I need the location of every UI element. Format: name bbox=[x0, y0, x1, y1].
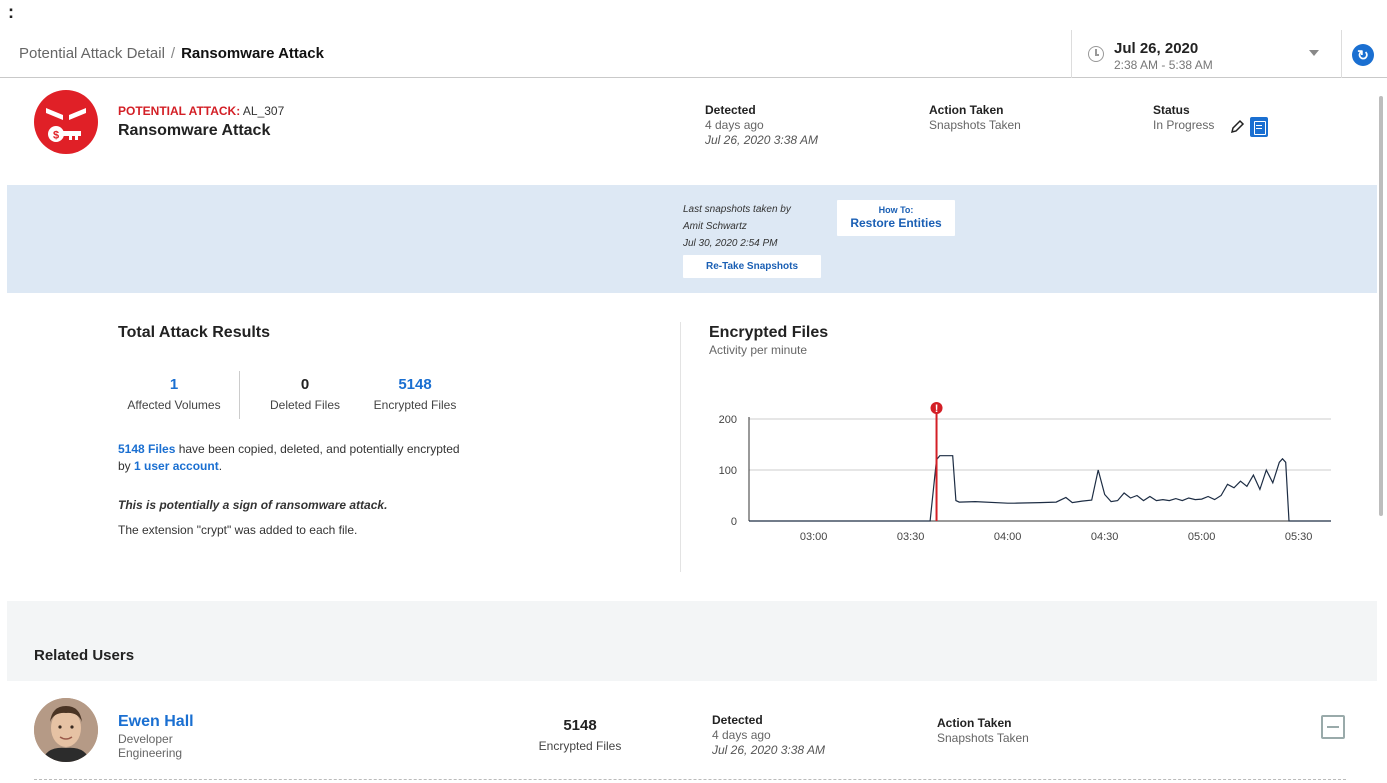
attack-label: POTENTIAL ATTACK: AL_307 bbox=[118, 104, 284, 118]
user-department: Engineering bbox=[118, 746, 183, 760]
x-tick-label: 03:00 bbox=[800, 531, 828, 543]
overflow-dots: : bbox=[8, 2, 14, 22]
alert-marker-glyph: ! bbox=[935, 403, 939, 415]
action-heading: Action Taken bbox=[929, 103, 1004, 117]
chart-title: Encrypted Files bbox=[709, 324, 829, 341]
restore-entities-label: Restore Entities bbox=[850, 216, 942, 230]
collapse-icon[interactable] bbox=[1321, 715, 1345, 739]
chart-subtitle: Activity per minute bbox=[709, 343, 808, 357]
breadcrumb: Potential Attack Detail / Ransomware Attac… bbox=[19, 45, 324, 62]
attack-title: Ransomware Attack bbox=[118, 122, 271, 139]
y-tick-label: 0 bbox=[731, 516, 737, 528]
selected-time-range: 2:38 AM - 5:38 AM bbox=[1114, 58, 1213, 72]
x-tick-label: 05:30 bbox=[1285, 531, 1313, 543]
breadcrumb-current: Ransomware Attack bbox=[181, 45, 324, 62]
selected-date: Jul 26, 2020 bbox=[1114, 40, 1199, 57]
user-detected-heading: Detected bbox=[712, 713, 763, 727]
ransomware-icon: $ bbox=[34, 90, 98, 154]
files-link[interactable]: 5148 Files bbox=[118, 442, 175, 456]
refresh-icon[interactable]: ↻ bbox=[1352, 44, 1374, 66]
user-detected-relative: 4 days ago bbox=[712, 728, 771, 742]
ransomware-warning: This is potentially a sign of ransomware… bbox=[118, 498, 388, 512]
snapshot-info: Last snapshots taken by Amit Schwartz Ju… bbox=[683, 201, 791, 252]
user-details: Developer Engineering bbox=[118, 732, 182, 760]
related-users-band bbox=[7, 601, 1377, 681]
affected-volumes-count[interactable]: 1 bbox=[134, 376, 214, 393]
encrypted-files-label: Encrypted Files bbox=[373, 398, 457, 412]
results-summary: 5148 Files have been copied, deleted, an… bbox=[118, 441, 498, 475]
detected-heading: Detected bbox=[705, 103, 756, 117]
y-tick-label: 200 bbox=[719, 414, 737, 426]
encrypted-files-count[interactable]: 5148 bbox=[375, 376, 455, 393]
attack-id: AL_307 bbox=[242, 104, 285, 118]
user-role: Developer bbox=[118, 732, 173, 746]
breadcrumb-parent[interactable]: Potential Attack Detail bbox=[19, 45, 165, 62]
encrypted-files-chart: 0 100 200 03:00 03:30 04:00 04:30 05:00 05:30! bbox=[719, 402, 1331, 543]
page-header: Potential Attack Detail / Ransomware Attac… bbox=[0, 30, 1387, 78]
clock-icon bbox=[1088, 46, 1104, 62]
user-encrypted-count: 5148 bbox=[563, 717, 597, 734]
user-name-link[interactable]: Ewen Hall bbox=[118, 713, 194, 731]
stat-divider bbox=[239, 371, 240, 419]
y-tick-label: 100 bbox=[719, 465, 737, 477]
deleted-files-label: Deleted Files bbox=[269, 398, 341, 412]
breadcrumb-separator: / bbox=[170, 45, 176, 62]
x-tick-label: 04:00 bbox=[994, 531, 1022, 543]
extension-note: The extension "crypt" was added to each … bbox=[118, 523, 358, 537]
snapshot-date: Jul 30, 2020 2:54 PM bbox=[683, 238, 778, 249]
affected-volumes-label: Affected Volumes bbox=[127, 398, 221, 412]
detected-relative: 4 days ago bbox=[705, 118, 764, 132]
snapshot-banner: Last snapshots taken by Amit Schwartz Ju… bbox=[7, 185, 1377, 293]
status-value: In Progress bbox=[1153, 118, 1215, 132]
row-divider bbox=[34, 779, 1346, 780]
files-text: have been copied, deleted, and potential… bbox=[175, 442, 460, 456]
related-users-title: Related Users bbox=[34, 647, 135, 664]
status-heading: Status bbox=[1153, 103, 1190, 117]
user-encrypted-label: Encrypted Files bbox=[538, 739, 622, 753]
scrollbar[interactable] bbox=[1379, 96, 1383, 516]
section-divider bbox=[680, 322, 681, 572]
period-text: . bbox=[218, 459, 223, 473]
results-title: Total Attack Results bbox=[118, 324, 271, 341]
restore-entities-button[interactable]: How To: Restore Entities bbox=[837, 200, 955, 236]
chevron-down-icon[interactable] bbox=[1309, 50, 1319, 56]
snapshot-author: Amit Schwartz bbox=[683, 221, 747, 232]
by-text: by bbox=[118, 459, 135, 473]
detected-date: Jul 26, 2020 3:38 AM bbox=[705, 133, 818, 147]
user-detected-date: Jul 26, 2020 3:38 AM bbox=[712, 743, 825, 757]
notes-icon[interactable] bbox=[1250, 117, 1268, 137]
series-line-0 bbox=[749, 455, 1331, 522]
deleted-files-count: 0 bbox=[300, 376, 310, 393]
attack-label-prefix: POTENTIAL ATTACK: bbox=[118, 104, 241, 118]
snapshot-info-line1: Last snapshots taken by bbox=[683, 204, 791, 215]
user-avatar bbox=[34, 698, 98, 762]
user-account-link[interactable]: 1 user account bbox=[134, 459, 219, 473]
date-range-selector[interactable]: Jul 26, 2020 2:38 AM - 5:38 AM bbox=[1071, 30, 1342, 78]
retake-snapshots-button[interactable]: Re-Take Snapshots bbox=[683, 255, 821, 278]
x-tick-label: 04:30 bbox=[1091, 531, 1119, 543]
x-tick-label: 05:00 bbox=[1188, 531, 1216, 543]
action-value: Snapshots Taken bbox=[929, 118, 1021, 132]
edit-icon[interactable] bbox=[1228, 118, 1246, 136]
x-tick-label: 03:30 bbox=[897, 531, 925, 543]
user-action-heading: Action Taken bbox=[937, 716, 1012, 730]
svg-text:$: $ bbox=[53, 130, 59, 142]
user-action-value: Snapshots Taken bbox=[937, 731, 1029, 745]
